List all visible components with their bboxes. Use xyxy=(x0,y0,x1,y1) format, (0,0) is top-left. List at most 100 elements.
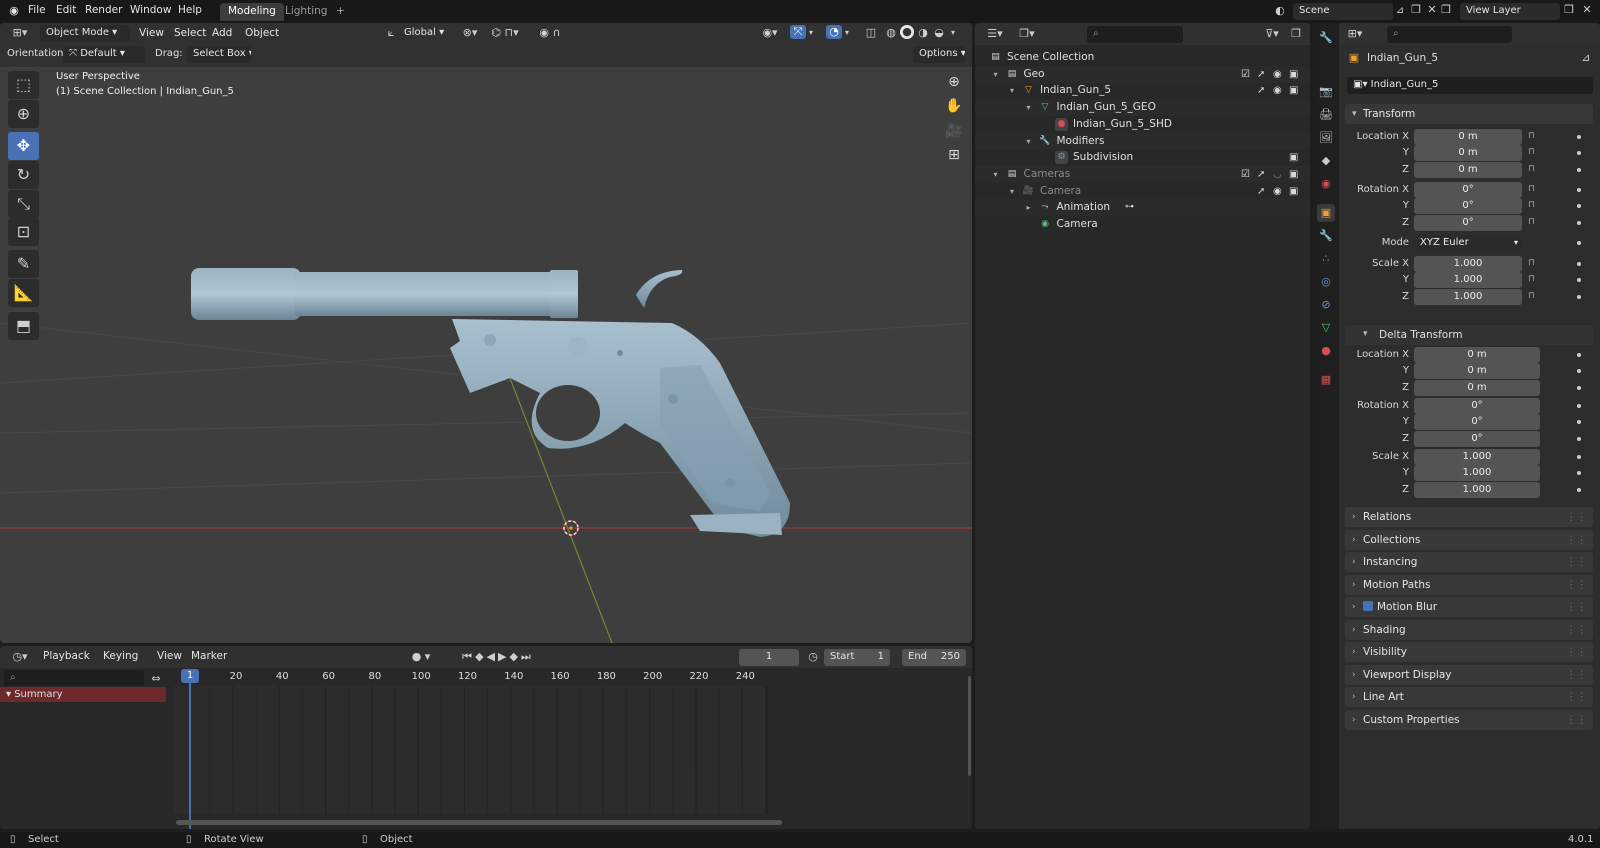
eye-closed-icon[interactable]: ◡ xyxy=(1273,166,1282,183)
keyframe-dot-icon[interactable] xyxy=(1577,488,1581,492)
eye-icon[interactable]: ◉ xyxy=(1273,82,1282,99)
section-motion-blur[interactable]: › Motion Blur ⋮⋮ xyxy=(1345,597,1593,617)
outliner-row[interactable]: ▤ Scene Collection xyxy=(975,49,1310,66)
transform-scale-field[interactable]: 1.000 xyxy=(1414,256,1522,272)
keyframe-dot-icon[interactable] xyxy=(1577,386,1581,390)
outliner-search-input[interactable]: ⌕ xyxy=(1087,26,1183,43)
auto-keying-icon[interactable]: ● ▾ xyxy=(408,650,434,664)
rendered-shading-icon[interactable]: ◒ xyxy=(932,26,946,40)
keyframe-dot-icon[interactable] xyxy=(1577,204,1581,208)
lock-icon[interactable]: ⊓ xyxy=(1528,131,1535,141)
playhead-marker[interactable]: 1 xyxy=(181,669,199,683)
render-tab-icon[interactable]: 📷 xyxy=(1317,83,1335,101)
section-custom-properties[interactable]: › Custom Properties ⋮⋮ xyxy=(1345,710,1593,730)
menu-file[interactable]: File xyxy=(28,4,46,16)
tool-cursor[interactable]: ⊕ xyxy=(8,100,39,128)
lock-icon[interactable]: ⊓ xyxy=(1528,147,1535,157)
lock-icon[interactable]: ⊓ xyxy=(1528,217,1535,227)
keyframe-dot-icon[interactable] xyxy=(1577,353,1581,357)
shading-dropdown-icon[interactable]: ▾ xyxy=(948,26,958,40)
selectable-arrow-icon[interactable]: ➚ xyxy=(1257,183,1265,200)
frame-ruler[interactable]: 20 40 60 80 100 120 140 160 180 200 220 240 xyxy=(173,668,768,686)
delta-section-header[interactable]: ▾ Delta Transform xyxy=(1345,325,1593,345)
disclosure-arrow-icon[interactable]: ▾ xyxy=(994,166,998,183)
disclosure-arrow-icon[interactable]: ▾ xyxy=(1027,133,1031,150)
timeline-menu-marker[interactable]: Marker xyxy=(191,650,227,662)
delta-rotation-field[interactable]: 0° xyxy=(1414,431,1540,447)
disclosure-arrow-icon[interactable]: ▾ xyxy=(1010,183,1014,200)
eye-icon[interactable]: ◉ xyxy=(1273,66,1282,83)
render-camera-icon[interactable]: ▣ xyxy=(1289,183,1298,200)
render-camera-icon[interactable]: ▣ xyxy=(1289,82,1298,99)
disclosure-arrow-icon[interactable]: ▸ xyxy=(1027,199,1031,216)
tool-tab-icon[interactable]: 🔧 xyxy=(1317,29,1335,47)
outliner-row[interactable]: ▾ ▽ Indian_Gun_5 ➚ ◉ ▣ xyxy=(975,82,1310,99)
snap-icon[interactable]: ⌬ ⊓▾ xyxy=(485,26,525,40)
current-frame-field[interactable]: 1 xyxy=(739,649,799,666)
keyframe-dot-icon[interactable] xyxy=(1577,168,1581,172)
transform-rotation-field[interactable]: 0° xyxy=(1414,198,1522,214)
outliner-editor-type-icon[interactable]: ☰▾ xyxy=(983,27,1007,41)
mode-selector[interactable]: Object Mode ▾ xyxy=(40,25,130,42)
section-relations[interactable]: › Relations ⋮⋮ xyxy=(1345,507,1593,527)
timeline-menu-keying[interactable]: Keying xyxy=(103,650,138,662)
scene-icon[interactable]: ◐ xyxy=(1272,4,1288,18)
output-tab-icon[interactable]: 🖨 xyxy=(1317,106,1335,124)
start-frame-field[interactable]: Start 1 xyxy=(824,649,890,666)
add-workspace-button[interactable]: + xyxy=(328,3,353,21)
viewport-menu-select[interactable]: Select xyxy=(174,27,206,39)
new-collection-icon[interactable]: ❐ xyxy=(1288,27,1304,41)
transform-section-header[interactable]: ▾ Transform xyxy=(1345,104,1593,124)
grid-ortho-button[interactable]: ⊞ xyxy=(942,144,966,166)
object-name-field[interactable]: ▣▾ Indian_Gun_5 xyxy=(1347,77,1593,94)
new-view-layer-icon[interactable]: ❐ xyxy=(1562,3,1576,17)
outliner-row[interactable]: ▾ 🎥 Camera ➚ ◉ ▣ xyxy=(975,183,1310,200)
delta-rotation-field[interactable]: 0° xyxy=(1414,414,1540,430)
scene-selector[interactable]: Scene xyxy=(1293,3,1393,20)
transform-rotation-field[interactable]: 0° xyxy=(1414,182,1522,198)
timeline-scrollbar[interactable] xyxy=(176,820,782,825)
keyframe-dot-icon[interactable] xyxy=(1577,369,1581,373)
transform-location-field[interactable]: 0 m xyxy=(1414,129,1522,145)
disclosure-arrow-icon[interactable]: ▾ xyxy=(994,66,998,83)
delta-scale-field[interactable]: 1.000 xyxy=(1414,482,1540,498)
outliner-row[interactable]: ◉ Camera xyxy=(975,216,1310,233)
outliner-row[interactable]: ⚙ Subdivision ▣ xyxy=(975,149,1310,166)
keyframe-dot-icon[interactable] xyxy=(1577,404,1581,408)
drag-handle-icon[interactable]: ⋮⋮ xyxy=(1566,620,1587,640)
swap-icon[interactable]: ⇔ xyxy=(148,672,164,686)
selectable-arrow-icon[interactable]: ➚ xyxy=(1257,66,1265,83)
tool-transform[interactable]: ⊡ xyxy=(8,218,39,246)
editor-type-icon[interactable]: ⊞▾ xyxy=(8,26,32,40)
section-visibility[interactable]: › Visibility ⋮⋮ xyxy=(1345,642,1593,662)
outliner-row[interactable]: ▾ 🔧 Modifiers xyxy=(975,132,1310,150)
properties-search-input[interactable]: ⌕ xyxy=(1387,26,1512,43)
drag-handle-icon[interactable]: ⋮⋮ xyxy=(1566,507,1587,527)
timeline-editor-type-icon[interactable]: ◷▾ xyxy=(8,650,32,664)
section-line-art[interactable]: › Line Art ⋮⋮ xyxy=(1345,687,1593,707)
exclude-checkbox[interactable]: ☑ xyxy=(1241,166,1250,183)
solid-shading-icon[interactable]: ● xyxy=(900,25,914,39)
delta-location-field[interactable]: 0 m xyxy=(1414,363,1540,379)
transform-rotation-field[interactable]: 0° xyxy=(1414,215,1522,231)
proportional-edit-icon[interactable]: ◉ ∩ xyxy=(530,26,570,40)
playback-controls-icon[interactable]: ⏮◆◀▶◆⏭ xyxy=(448,650,548,664)
timeline-vertical-scrollbar[interactable] xyxy=(968,676,971,776)
3d-viewport[interactable]: ⊞▾ Object Mode ▾ View Select Add Object ⟀ G… xyxy=(0,23,972,643)
lock-icon[interactable]: ⊓ xyxy=(1528,164,1535,174)
section-shading[interactable]: › Shading ⋮⋮ xyxy=(1345,620,1593,640)
camera-view-button[interactable]: 🎥 xyxy=(942,120,966,142)
disclosure-arrow-icon[interactable]: ▾ xyxy=(1027,99,1031,116)
menu-edit[interactable]: Edit xyxy=(56,4,76,16)
material-shading-icon[interactable]: ◑ xyxy=(916,26,930,40)
keyframe-dot-icon[interactable] xyxy=(1577,241,1581,245)
transform-location-field[interactable]: 0 m xyxy=(1414,145,1522,161)
overlays-dropdown-icon[interactable]: ▾ xyxy=(842,26,852,40)
drag-handle-icon[interactable]: ⋮⋮ xyxy=(1566,642,1587,662)
drag-handle-icon[interactable]: ⋮⋮ xyxy=(1566,687,1587,707)
gizmo-toggle-icon[interactable]: ⤧ xyxy=(790,25,806,39)
overlays-toggle-icon[interactable]: ◔ xyxy=(826,25,842,39)
render-camera-icon[interactable]: ▣ xyxy=(1289,166,1298,183)
section-instancing[interactable]: › Instancing ⋮⋮ xyxy=(1345,552,1593,572)
exclude-checkbox[interactable]: ☑ xyxy=(1241,66,1250,83)
